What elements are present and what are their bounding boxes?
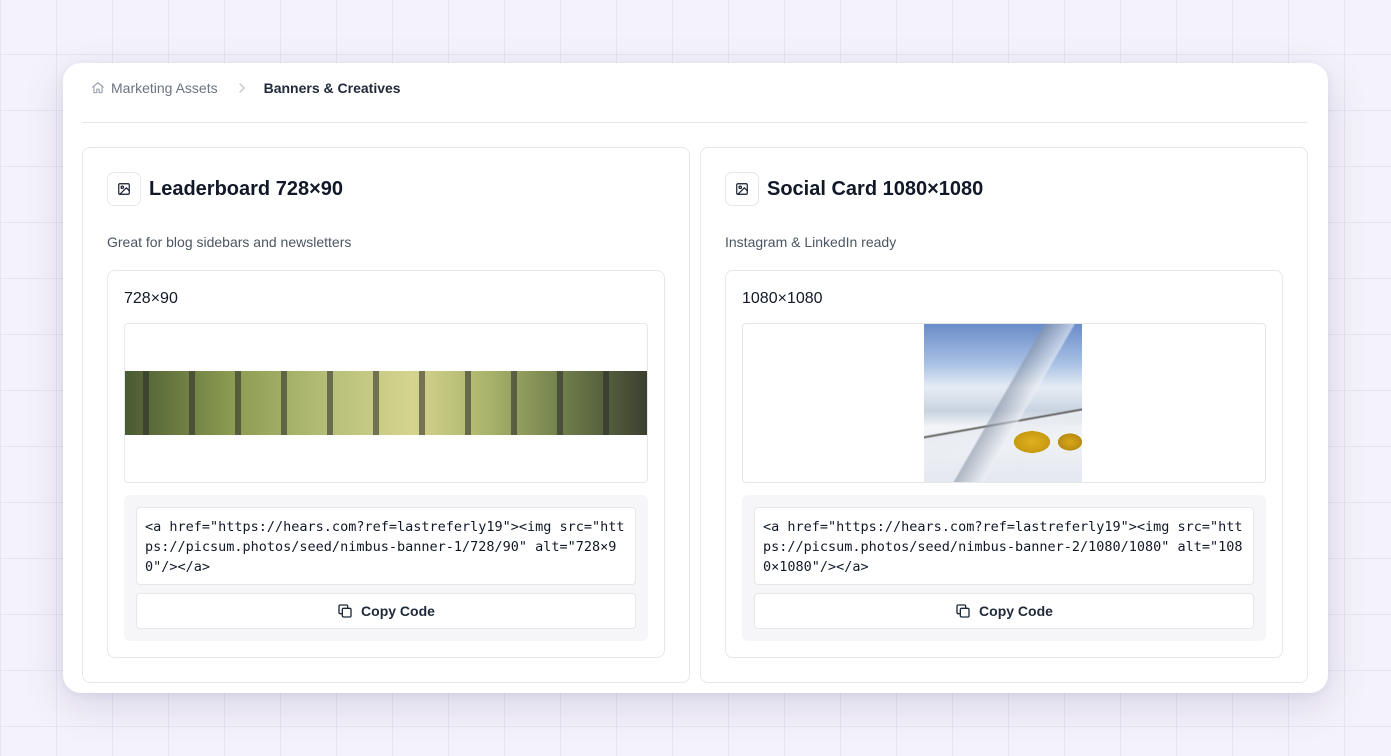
breadcrumb-current: Banners & Creatives	[263, 80, 401, 96]
mountain-peak-shape	[924, 324, 1082, 482]
breadcrumb-root-link[interactable]: Marketing Assets	[111, 80, 218, 96]
breadcrumb: Marketing Assets Banners & Creatives	[91, 78, 401, 98]
banner-card-leaderboard: Leaderboard 728×90 Great for blog sideba…	[82, 147, 690, 683]
banner-preview-panel: 1080×1080 <a href="https://hears.com?ref…	[725, 270, 1283, 658]
card-description: Instagram & LinkedIn ready	[725, 234, 897, 250]
embed-code-text[interactable]: <a href="https://hears.com?ref=lastrefer…	[754, 507, 1254, 585]
banner-preview-panel: 728×90 <a href="https://hears.com?ref=la…	[107, 270, 665, 658]
card-header: Social Card 1080×1080	[725, 172, 983, 206]
image-icon	[725, 172, 759, 206]
copy-code-button[interactable]: Copy Code	[136, 593, 636, 629]
copy-icon	[337, 603, 353, 619]
embed-code-text[interactable]: <a href="https://hears.com?ref=lastrefer…	[136, 507, 636, 585]
card-header: Leaderboard 728×90	[107, 172, 343, 206]
copy-code-label: Copy Code	[361, 603, 435, 619]
banner-preview	[742, 323, 1266, 483]
embed-code-panel: <a href="https://hears.com?ref=lastrefer…	[124, 495, 648, 641]
card-title: Leaderboard 728×90	[149, 177, 343, 200]
assets-window: Marketing Assets Banners & Creatives Lea…	[63, 63, 1328, 693]
size-label: 728×90	[124, 290, 178, 307]
copy-code-label: Copy Code	[979, 603, 1053, 619]
home-icon	[91, 81, 105, 95]
leaderboard-banner-image	[125, 371, 647, 435]
banner-preview	[124, 323, 648, 483]
banner-card-social: Social Card 1080×1080 Instagram & Linked…	[700, 147, 1308, 683]
copy-code-button[interactable]: Copy Code	[754, 593, 1254, 629]
size-label: 1080×1080	[742, 290, 823, 307]
chevron-right-icon	[234, 80, 250, 96]
image-icon	[107, 172, 141, 206]
header-divider	[82, 122, 1307, 123]
embed-code-panel: <a href="https://hears.com?ref=lastrefer…	[742, 495, 1266, 641]
card-title: Social Card 1080×1080	[767, 177, 984, 200]
card-description: Great for blog sidebars and newsletters	[107, 234, 352, 250]
copy-icon	[955, 603, 971, 619]
